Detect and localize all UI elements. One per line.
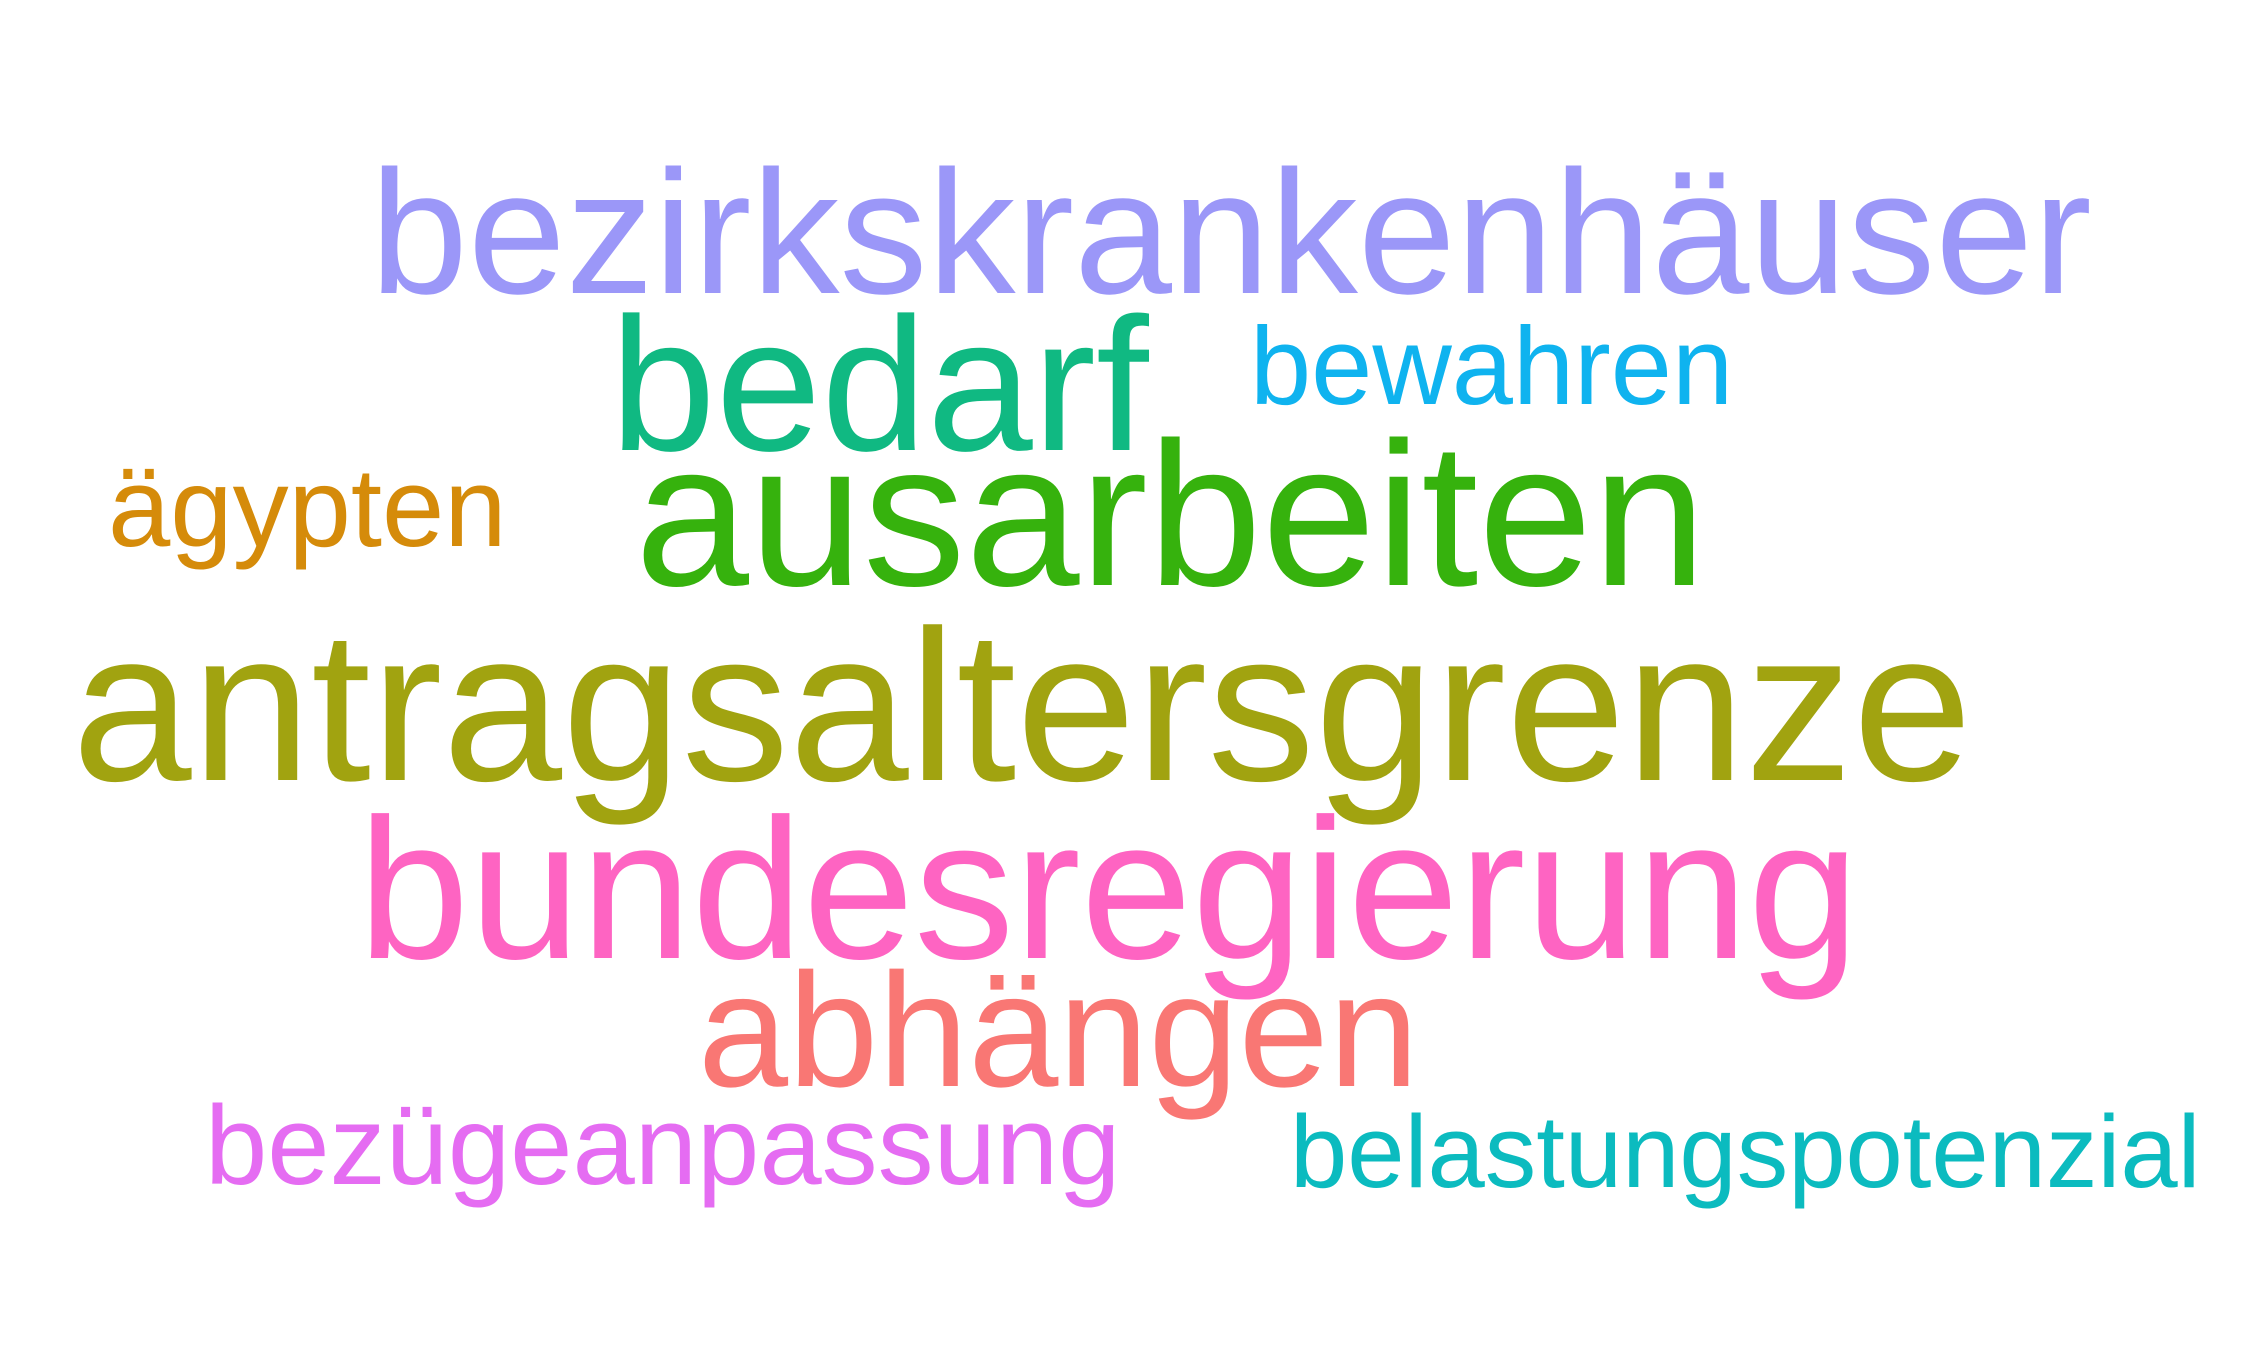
word-cloud: bezirkskrankenhäuser bedarf bewahren ägy…: [0, 0, 2246, 1350]
word-bezuegeanpassung: bezügeanpassung: [205, 1083, 1121, 1208]
word-aegypten: ägypten: [108, 445, 507, 570]
word-belastungspotenzial: belastungspotenzial: [1290, 1094, 2201, 1209]
